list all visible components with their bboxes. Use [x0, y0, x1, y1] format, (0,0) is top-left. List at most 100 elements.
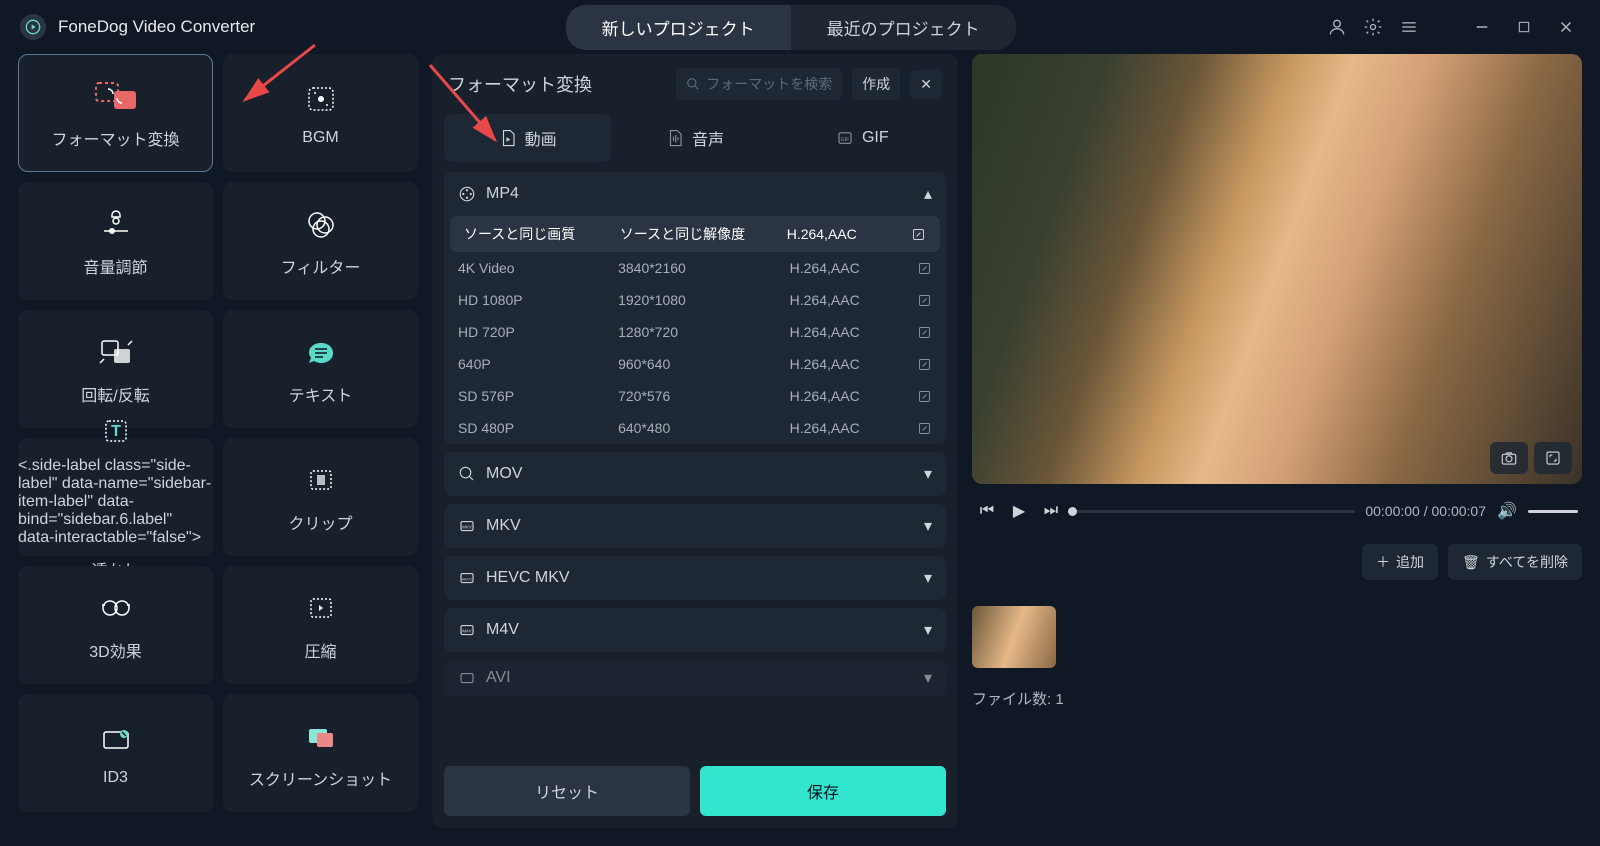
sidebar-item-bgm[interactable]: BGM [223, 54, 418, 172]
search-input[interactable]: フォーマットを検索 [676, 68, 842, 100]
quality-label: 640P [458, 356, 618, 372]
tab-new-project[interactable]: 新しいプロジェクト [566, 5, 791, 50]
create-button[interactable]: 作成 [852, 68, 900, 100]
3d-icon [93, 588, 139, 628]
sidebar-item-screenshot[interactable]: スクリーンショット [223, 694, 418, 812]
type-tab-audio[interactable]: 音声 [611, 114, 778, 162]
resolution-label: ソースと同じ解像度 [620, 224, 787, 244]
menu-icon[interactable] [1398, 16, 1420, 38]
edit-icon[interactable] [904, 325, 932, 340]
chevron-down-icon: ▾ [924, 620, 932, 640]
format-row[interactable]: 640P 960*640 H.264,AAC [444, 348, 946, 380]
tab-recent-project[interactable]: 最近のプロジェクト [791, 5, 1016, 50]
save-button[interactable]: 保存 [700, 766, 946, 816]
format-name: MP4 [486, 185, 519, 203]
bgm-icon [298, 79, 344, 119]
edit-icon[interactable] [904, 261, 932, 276]
resolution-label: 1920*1080 [618, 292, 790, 308]
format-group-avi[interactable]: AVI ▾ [444, 660, 946, 696]
audio-file-icon [666, 129, 684, 147]
sidebar-item-label: 3D効果 [89, 638, 141, 662]
format-name: AVI [486, 669, 511, 687]
camera-icon[interactable] [1490, 442, 1528, 474]
filter-icon [298, 204, 344, 244]
format-group-mov[interactable]: MOV ▾ [444, 452, 946, 496]
close-button[interactable] [1552, 13, 1580, 41]
m4v-icon: M4V [458, 621, 476, 639]
chevron-down-icon: ▾ [924, 568, 932, 588]
sidebar-item-label: ID3 [103, 769, 128, 787]
format-row[interactable]: SD 480P 640*480 H.264,AAC [444, 412, 946, 444]
sidebar-item-format-convert[interactable]: フォーマット変換 [18, 54, 213, 172]
next-button[interactable]: ⏭ [1040, 500, 1062, 522]
minimize-button[interactable] [1468, 13, 1496, 41]
hevc-icon: HEVC [458, 569, 476, 587]
format-row[interactable]: HD 720P 1280*720 H.264,AAC [444, 316, 946, 348]
quality-label: ソースと同じ画質 [464, 224, 620, 244]
sidebar-item-volume[interactable]: 音量調節 [18, 182, 213, 300]
codec-label: H.264,AAC [790, 420, 904, 436]
prev-button[interactable]: ⏮ [976, 500, 998, 522]
close-panel-button[interactable]: ✕ [910, 70, 942, 99]
sidebar-item-rotate[interactable]: 回転/反転 [18, 310, 213, 428]
edit-icon[interactable] [904, 357, 932, 372]
delete-all-button[interactable]: 🗑すべてを削除 [1448, 544, 1582, 580]
resolution-label: 3840*2160 [618, 260, 790, 276]
maximize-button[interactable] [1510, 13, 1538, 41]
settings-icon[interactable] [1362, 16, 1384, 38]
gif-file-icon: GIF [836, 129, 854, 147]
fullscreen-icon[interactable] [1534, 442, 1572, 474]
format-group-mp4: MP4 ▴ ソースと同じ画質 ソースと同じ解像度 H.264,AAC 4K Vi… [444, 172, 946, 444]
sidebar-item-watermark[interactable]: T <.side-label class="side-label" data-n… [18, 438, 213, 556]
progress-bar[interactable] [1072, 510, 1355, 513]
codec-label: H.264,AAC [790, 388, 904, 404]
sidebar-item-filter[interactable]: フィルター [223, 182, 418, 300]
sidebar-item-compress[interactable]: 圧縮 [223, 566, 418, 684]
format-row[interactable]: SD 576P 720*576 H.264,AAC [444, 380, 946, 412]
codec-label: H.264,AAC [790, 292, 904, 308]
volume-icon[interactable]: 🔊 [1496, 500, 1518, 522]
sidebar-item-id3[interactable]: ID3 [18, 694, 213, 812]
type-tab-label: GIF [862, 129, 889, 147]
edit-icon[interactable] [898, 227, 926, 242]
format-group-m4v[interactable]: M4V M4V ▾ [444, 608, 946, 652]
format-row[interactable]: HD 1080P 1920*1080 H.264,AAC [444, 284, 946, 316]
sidebar-item-text[interactable]: テキスト [223, 310, 418, 428]
edit-icon[interactable] [904, 421, 932, 436]
format-group-hevc-mkv[interactable]: HEVC HEVC MKV ▾ [444, 556, 946, 600]
file-thumbnail[interactable] [972, 606, 1056, 668]
convert-icon [93, 76, 139, 116]
quality-label: HD 720P [458, 324, 618, 340]
format-group-mkv[interactable]: MKV MKV ▾ [444, 504, 946, 548]
edit-icon[interactable] [904, 293, 932, 308]
type-tab-gif[interactable]: GIF GIF [779, 114, 946, 162]
quality-label: 4K Video [458, 260, 618, 276]
format-panel: フォーマット変換 フォーマットを検索 作成 ✕ 動画 音声 GIF GIF [432, 54, 958, 828]
format-row[interactable]: 4K Video 3840*2160 H.264,AAC [444, 252, 946, 284]
codec-label: H.264,AAC [790, 356, 904, 372]
reset-button[interactable]: リセット [444, 766, 690, 816]
volume-slider[interactable] [1528, 510, 1578, 513]
screenshot-icon [298, 716, 344, 756]
resolution-label: 720*576 [618, 388, 790, 404]
edit-icon[interactable] [904, 389, 932, 404]
sidebar-item-label: 音量調節 [83, 254, 147, 278]
add-button[interactable]: ＋追加 [1362, 544, 1438, 580]
panel-title: フォーマット変換 [448, 71, 666, 97]
format-header-mp4[interactable]: MP4 ▴ [444, 172, 946, 216]
plus-icon: ＋ [1376, 552, 1390, 572]
type-tab-label: 動画 [525, 126, 557, 150]
watermark-icon: T [93, 413, 139, 447]
play-button[interactable]: ▶ [1008, 500, 1030, 522]
sidebar-item-3d[interactable]: 3D効果 [18, 566, 213, 684]
codec-label: H.264,AAC [790, 324, 904, 340]
quality-label: SD 480P [458, 420, 618, 436]
sidebar-item-clip[interactable]: クリップ [223, 438, 418, 556]
resolution-label: 1280*720 [618, 324, 790, 340]
sidebar-item-label: フィルター [281, 254, 361, 278]
avi-icon [458, 669, 476, 687]
chevron-down-icon: ▾ [924, 464, 932, 484]
user-icon[interactable] [1326, 16, 1348, 38]
type-tab-video[interactable]: 動画 [444, 114, 611, 162]
format-row[interactable]: ソースと同じ画質 ソースと同じ解像度 H.264,AAC [450, 216, 940, 252]
